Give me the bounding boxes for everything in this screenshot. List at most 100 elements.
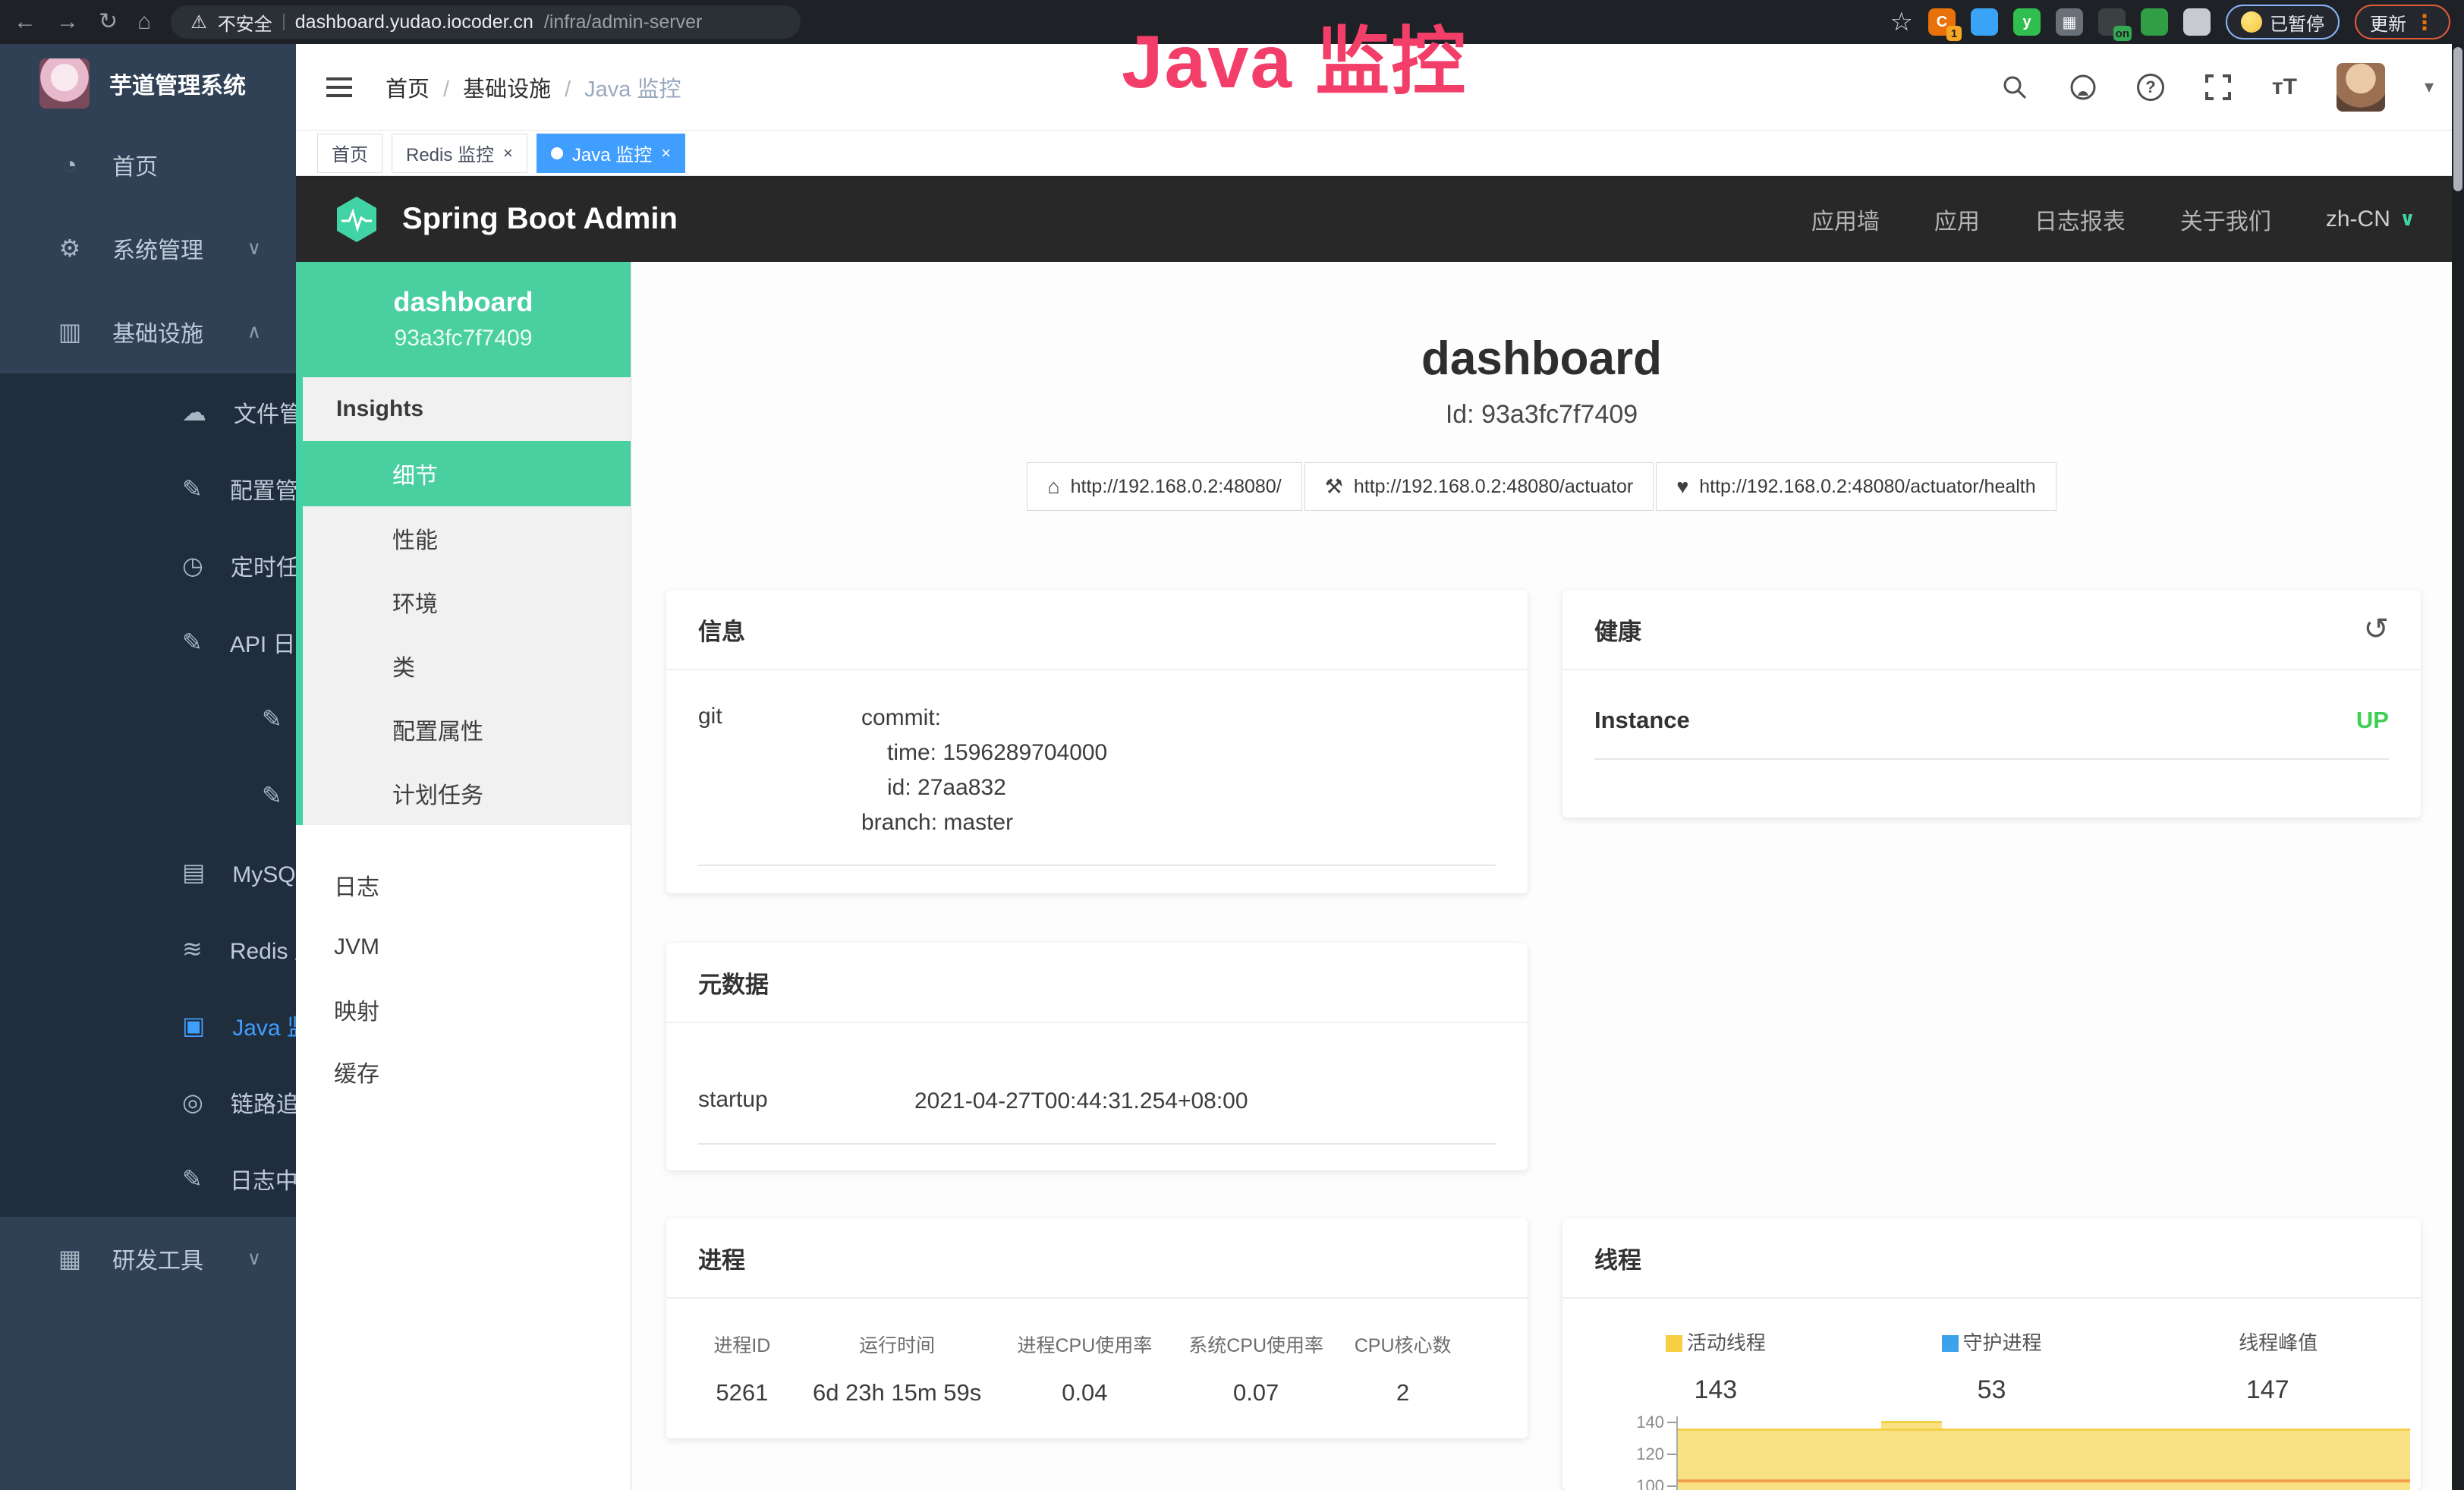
breadcrumb-item[interactable]: Java 监控 [584,71,681,103]
sba-menu-item[interactable]: 计划任务 [303,761,631,825]
sidebar-item-label: 研发工具 [112,1242,203,1275]
instance-url-button[interactable]: ♥ http://192.168.0.2:48080/actuator/heal… [1656,462,2056,511]
bookmark-star-icon[interactable]: ☆ [1890,7,1913,37]
sidebar-subitem[interactable]: ☁ 文件管理 [0,373,296,450]
forward-icon[interactable]: → [56,11,79,33]
avatar-caret-icon[interactable]: ▾ [2425,76,2434,98]
process-stat-value: 0.07 [1170,1379,1342,1407]
sba-menu-item[interactable]: 配置属性 [303,698,631,761]
sidebar-subitem-icon: ◷ [182,551,203,580]
sba-menu-item[interactable]: 关于我们 [2180,203,2271,236]
process-stat-header: 进程CPU使用率 [999,1331,1171,1358]
extension-icon[interactable]: ▦ [2056,8,2083,36]
sba-menu-item[interactable]: 环境 [303,570,631,634]
sidebar-item[interactable]: ◔ 首页 [0,123,296,206]
tag-label: Java 监控 [572,140,652,166]
sba-menu-item[interactable]: 性能 [303,506,631,570]
tag-item[interactable]: Java 监控 × [537,134,685,173]
sidebar-subitem[interactable]: ✎ 日志中心 [0,1140,296,1217]
sidebar-subitem[interactable]: ◷ 定时任务 [0,527,296,603]
sba-locale-select[interactable]: zh-CN ∨ [2326,206,2415,232]
sba-sidebar-item[interactable]: 映射 [296,978,631,1041]
sba-sidebar-item[interactable]: 缓存 [296,1041,631,1103]
sba-brand[interactable]: Spring Boot Admin [402,202,678,236]
process-card: 进程 进程ID 5261 运行时间 6d 23h 15m 59s 进程CPU使用… [666,1218,1528,1438]
sidebar-subitem-icon: ✎ [182,628,203,657]
sidebar-item[interactable]: ▥ 基础设施 ∧ [0,290,296,373]
browser-extensions-zone: ☆ C 1 y [1890,5,2450,39]
sba-menu-item[interactable]: 细节 [303,441,631,506]
instance-id-line: Id: 93a3fc7f7409 [631,400,2452,430]
user-avatar[interactable] [2337,63,2385,112]
info-card-title: 信息 [666,590,1528,670]
url-domain[interactable]: dashboard.yudao.iocoder.cn [295,11,533,33]
sidebar-subitem[interactable]: ✎ API 日志 ∧ [0,603,296,680]
extension-icon[interactable]: y [2013,8,2041,36]
sba-sidebar-item[interactable]: 日志 [296,854,631,916]
font-size-icon[interactable]: тT [2272,74,2297,100]
legend-color-swatch [1666,1335,1682,1352]
history-icon[interactable]: ↺ [2363,612,2389,647]
tag-close-icon[interactable]: × [661,143,671,163]
extension-icon[interactable]: C 1 [1928,8,1956,36]
tag-item[interactable]: Redis 监控 × [392,134,527,173]
instance-url-button[interactable]: ⚒ http://192.168.0.2:48080/actuator [1304,462,1654,511]
sidebar-item-icon: ▦ [55,1244,85,1273]
process-stat-value: 2 [1342,1379,1464,1407]
menu-dots-icon[interactable]: ⋮ [2414,10,2435,35]
sidebar-subitem[interactable]: ◎ 链路追踪 [0,1063,296,1140]
extension-icon[interactable]: on [2098,8,2126,36]
sba-menu-item[interactable]: 日志报表 [2034,203,2126,236]
breadcrumb-item[interactable]: 基础设施 [463,71,584,103]
paused-pill[interactable]: 已暂停 [2226,5,2340,39]
threads-legend-entry[interactable]: 守护进程 53 [1854,1328,2130,1405]
app-logo [39,58,90,109]
fullscreen-icon[interactable] [2204,73,2233,102]
threads-legend-entry[interactable]: 线程峰值 147 [2129,1328,2406,1405]
sidebar-subitem[interactable]: ✎ 错误日志 [0,757,296,833]
tag-item[interactable]: 首页 [317,134,382,173]
sba-sidebar-item[interactable]: JVM [296,916,631,978]
info-value-line: branch: master [861,805,1496,840]
metadata-card-title: 元数据 [666,943,1528,1023]
back-icon[interactable]: ← [14,11,36,33]
primary-sidebar: 芋道管理系统 ◔ 首页 ⚙ 系统管理 ∨ ▥ 基础设施 [0,44,296,1490]
instance-title: dashboard [631,332,2452,386]
app-logo-row[interactable]: 芋道管理系统 [0,44,296,123]
divider [283,14,285,30]
sidebar-item[interactable]: ▦ 研发工具 ∨ [0,1217,296,1300]
extension-icon[interactable] [1971,8,1998,36]
update-button[interactable]: 更新 ⋮ [2355,5,2450,39]
info-value-line: time: 1596289704000 [861,736,1496,770]
scrollbar-thumb[interactable] [2453,47,2462,191]
tag-close-icon[interactable]: × [503,143,513,163]
extension-icon[interactable] [2141,8,2168,36]
sidebar-subitem[interactable]: ≋ Redis 监控 [0,910,296,987]
sidebar-subitem[interactable]: ✎ 访问日志 [0,680,296,757]
address-bar[interactable]: ⚠ 不安全 dashboard.yudao.iocoder.cn /infra/… [171,5,801,39]
sidebar-subitem-icon: ☁ [182,398,206,427]
sidebar-subitem[interactable]: ▤ MySQL 监控 [0,833,296,910]
browser-scrollbar[interactable] [2452,44,2464,1490]
sidebar-item[interactable]: ⚙ 系统管理 ∨ [0,206,296,290]
insights-section-label: Insights [303,377,631,441]
instance-url-button[interactable]: ⌂ http://192.168.0.2:48080/ [1027,462,1301,511]
search-icon[interactable] [2000,73,2029,102]
sidebar-subitem[interactable]: ✎ 配置管理 [0,450,296,527]
github-icon[interactable] [2069,73,2097,102]
extension-icon[interactable] [2183,8,2211,36]
security-label[interactable]: 不安全 [218,9,272,36]
sidebar-subitem[interactable]: ▣ Java 监控 [0,987,296,1063]
sba-menu-item[interactable]: 类 [303,634,631,698]
help-icon[interactable]: ? [2137,74,2164,101]
breadcrumb-item[interactable]: 首页 [385,71,463,103]
reload-icon[interactable]: ↻ [99,11,118,33]
sba-menu-item[interactable]: 应用 [1934,203,1980,236]
hamburger-icon[interactable] [326,77,352,97]
threads-legend-entry[interactable]: 活动线程 143 [1578,1328,1854,1405]
sba-menu-item[interactable]: 应用墙 [1811,203,1880,236]
sba-sidebar: dashboard 93a3fc7f7409 Insights 细节 性能 环境… [296,262,631,1490]
home-icon[interactable]: ⌂ [137,11,151,33]
sba-instance-header[interactable]: dashboard 93a3fc7f7409 [296,262,631,377]
process-stat-value: 0.04 [999,1379,1171,1407]
